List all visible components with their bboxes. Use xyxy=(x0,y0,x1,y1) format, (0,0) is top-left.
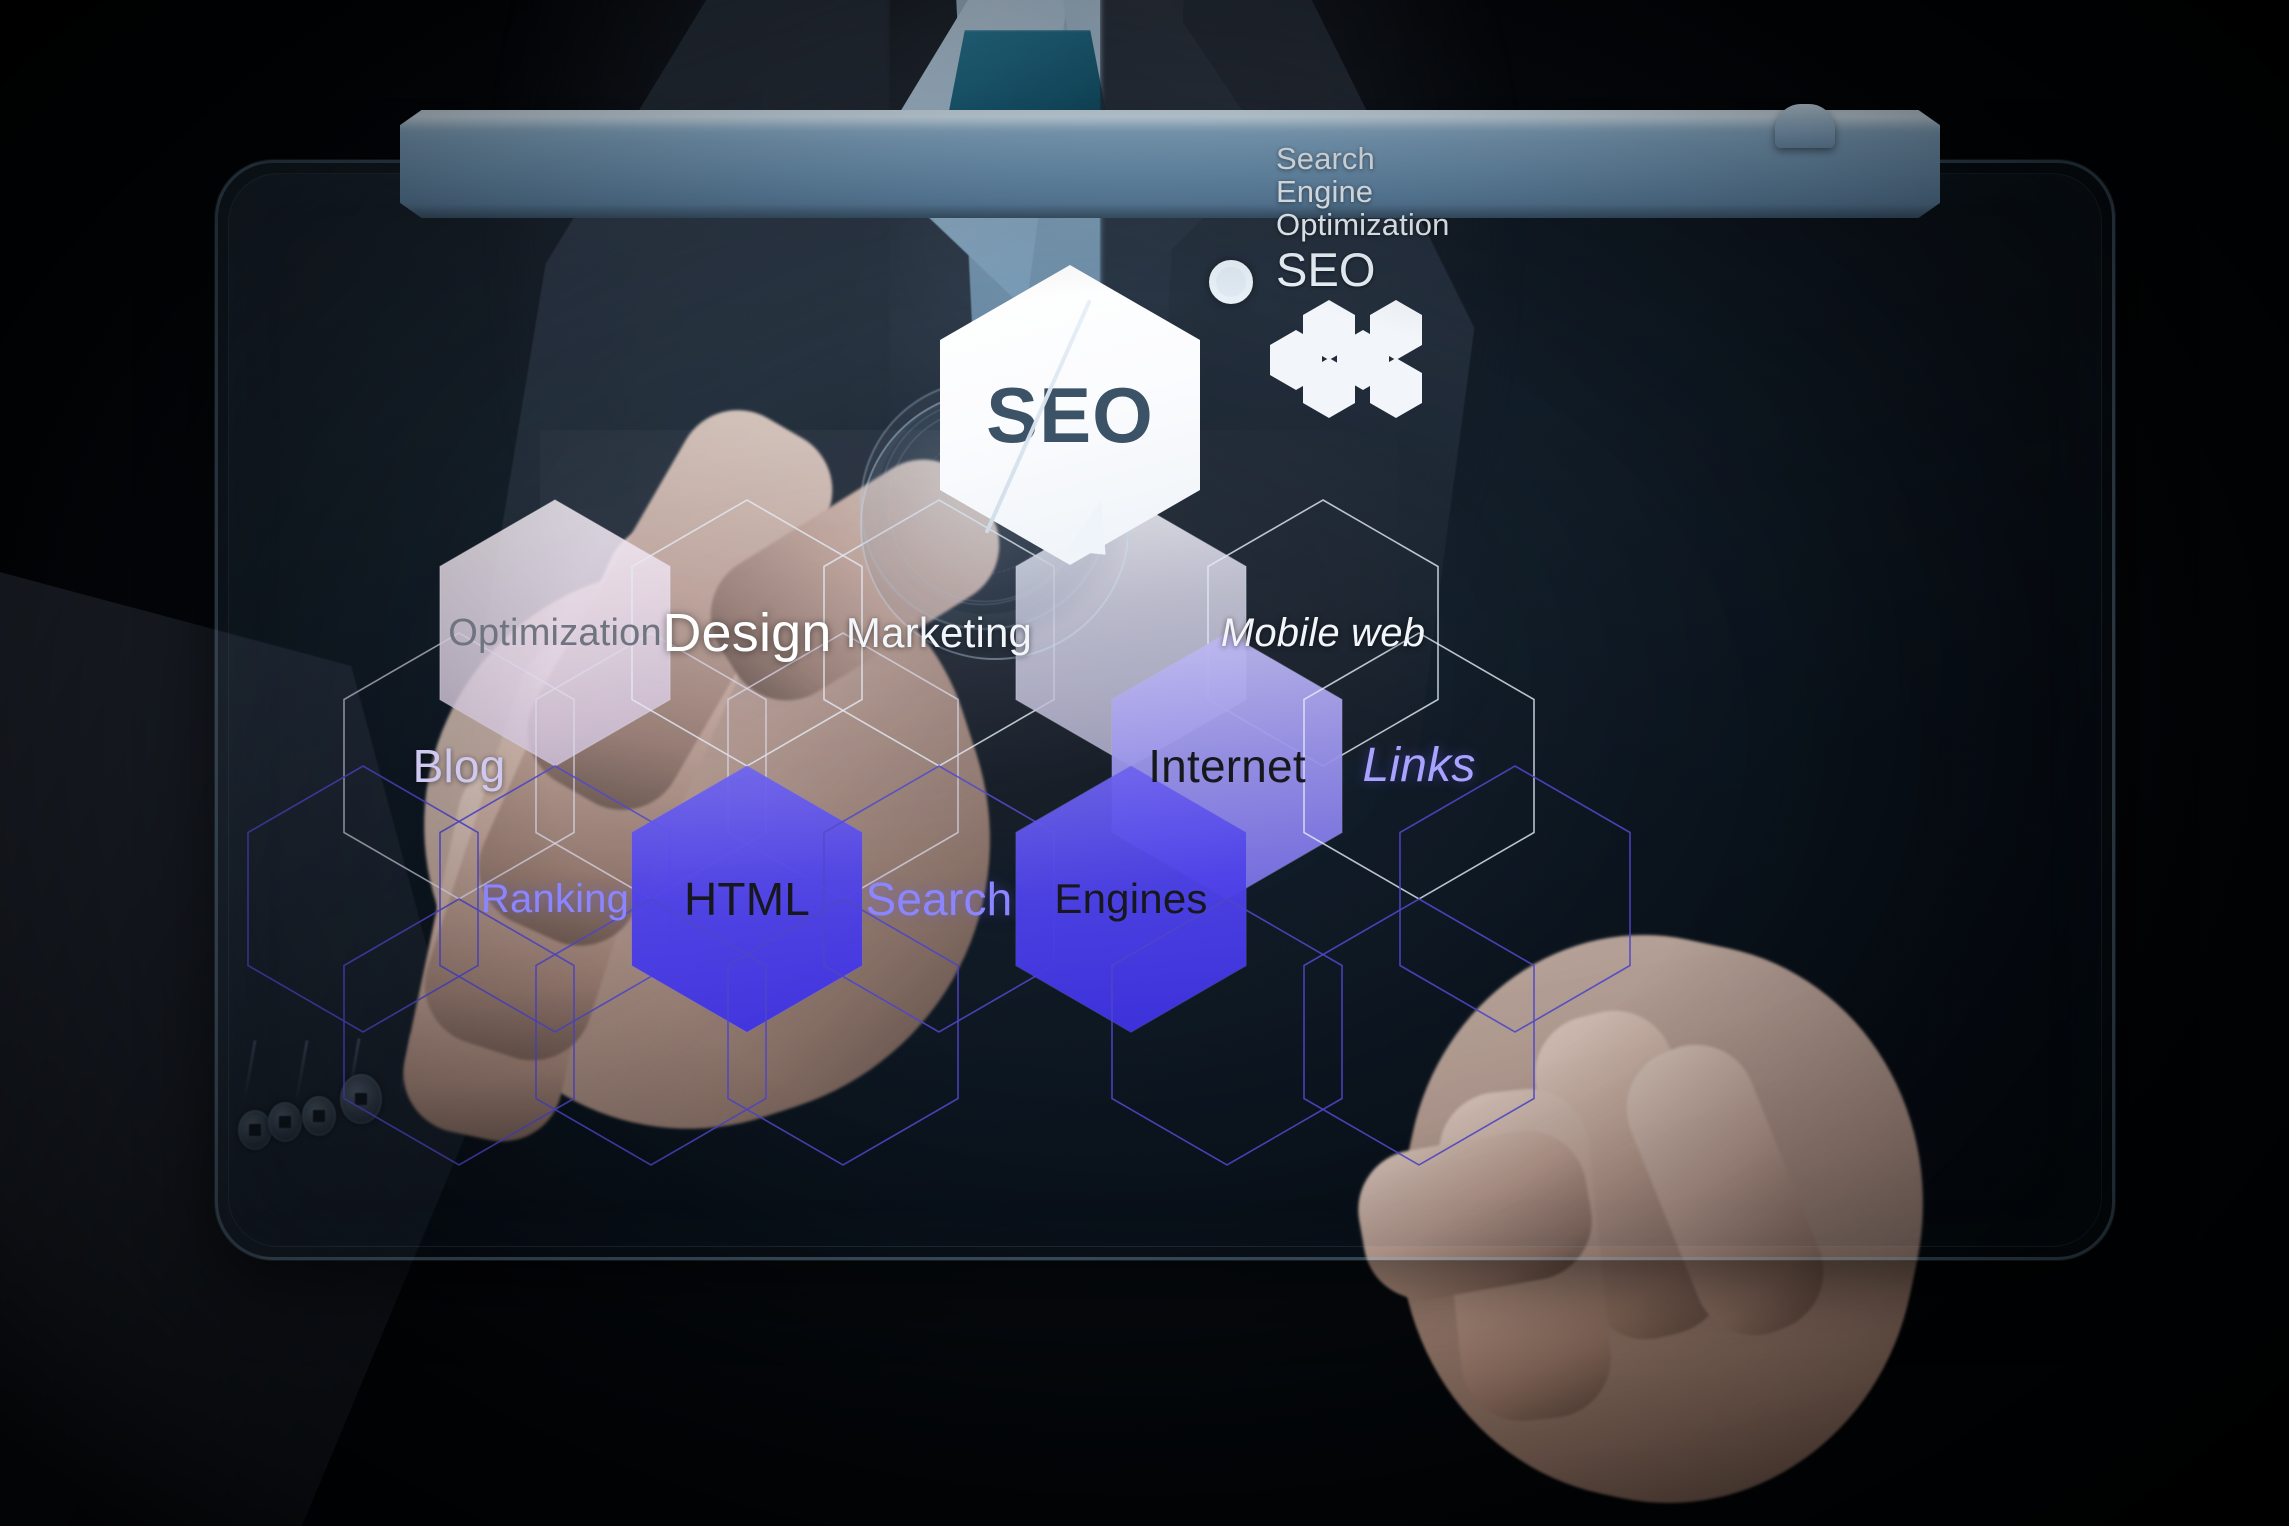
hex-marketing-label: Marketing xyxy=(845,609,1033,656)
header-line-search: Search xyxy=(1276,141,1375,176)
tablet-top-bar xyxy=(400,110,1940,218)
camera-knob-icon xyxy=(1775,104,1835,148)
hexagon-shape xyxy=(727,898,959,1166)
hex-optimization-label: Optimization xyxy=(448,612,662,654)
screenshot-root: Optimization Design Marketing Mobile web Blo… xyxy=(0,0,2289,1526)
bar-bevel xyxy=(400,204,1940,218)
header-line-engine: Engine xyxy=(1276,174,1374,209)
header-title-block: Search Engine Optimization SEO xyxy=(1276,142,1450,296)
header-line-optimization: Optimization xyxy=(1276,207,1450,242)
hex-internet-label: Internet xyxy=(1148,740,1306,792)
hex-search-label: Search xyxy=(865,873,1013,925)
hex-blank-i[interactable] xyxy=(1303,898,1535,1166)
header-acronym-seo: SEO xyxy=(1276,243,1376,296)
hex-ranking-label: Ranking xyxy=(480,877,630,921)
callout-circle-marker[interactable] xyxy=(1209,260,1253,304)
hexagon-grid: Optimization Design Marketing Mobile web Blo… xyxy=(0,0,2289,1526)
hex-blog-label: Blog xyxy=(412,740,506,792)
hex-design-label: Design xyxy=(662,603,832,663)
hexagon-shape xyxy=(1303,898,1535,1166)
hex-mobile-web-label: Mobile web xyxy=(1220,611,1426,655)
hex-html-label: HTML xyxy=(683,873,811,925)
hex-blank-g[interactable] xyxy=(727,898,959,1166)
seo-feature-label: SEO xyxy=(986,370,1154,459)
bar-highlight xyxy=(400,110,1940,132)
hex-links-label: Links xyxy=(1362,739,1476,792)
hexagon-cluster-logo xyxy=(1270,300,1430,418)
hex-engines-label: Engines xyxy=(1054,875,1208,922)
